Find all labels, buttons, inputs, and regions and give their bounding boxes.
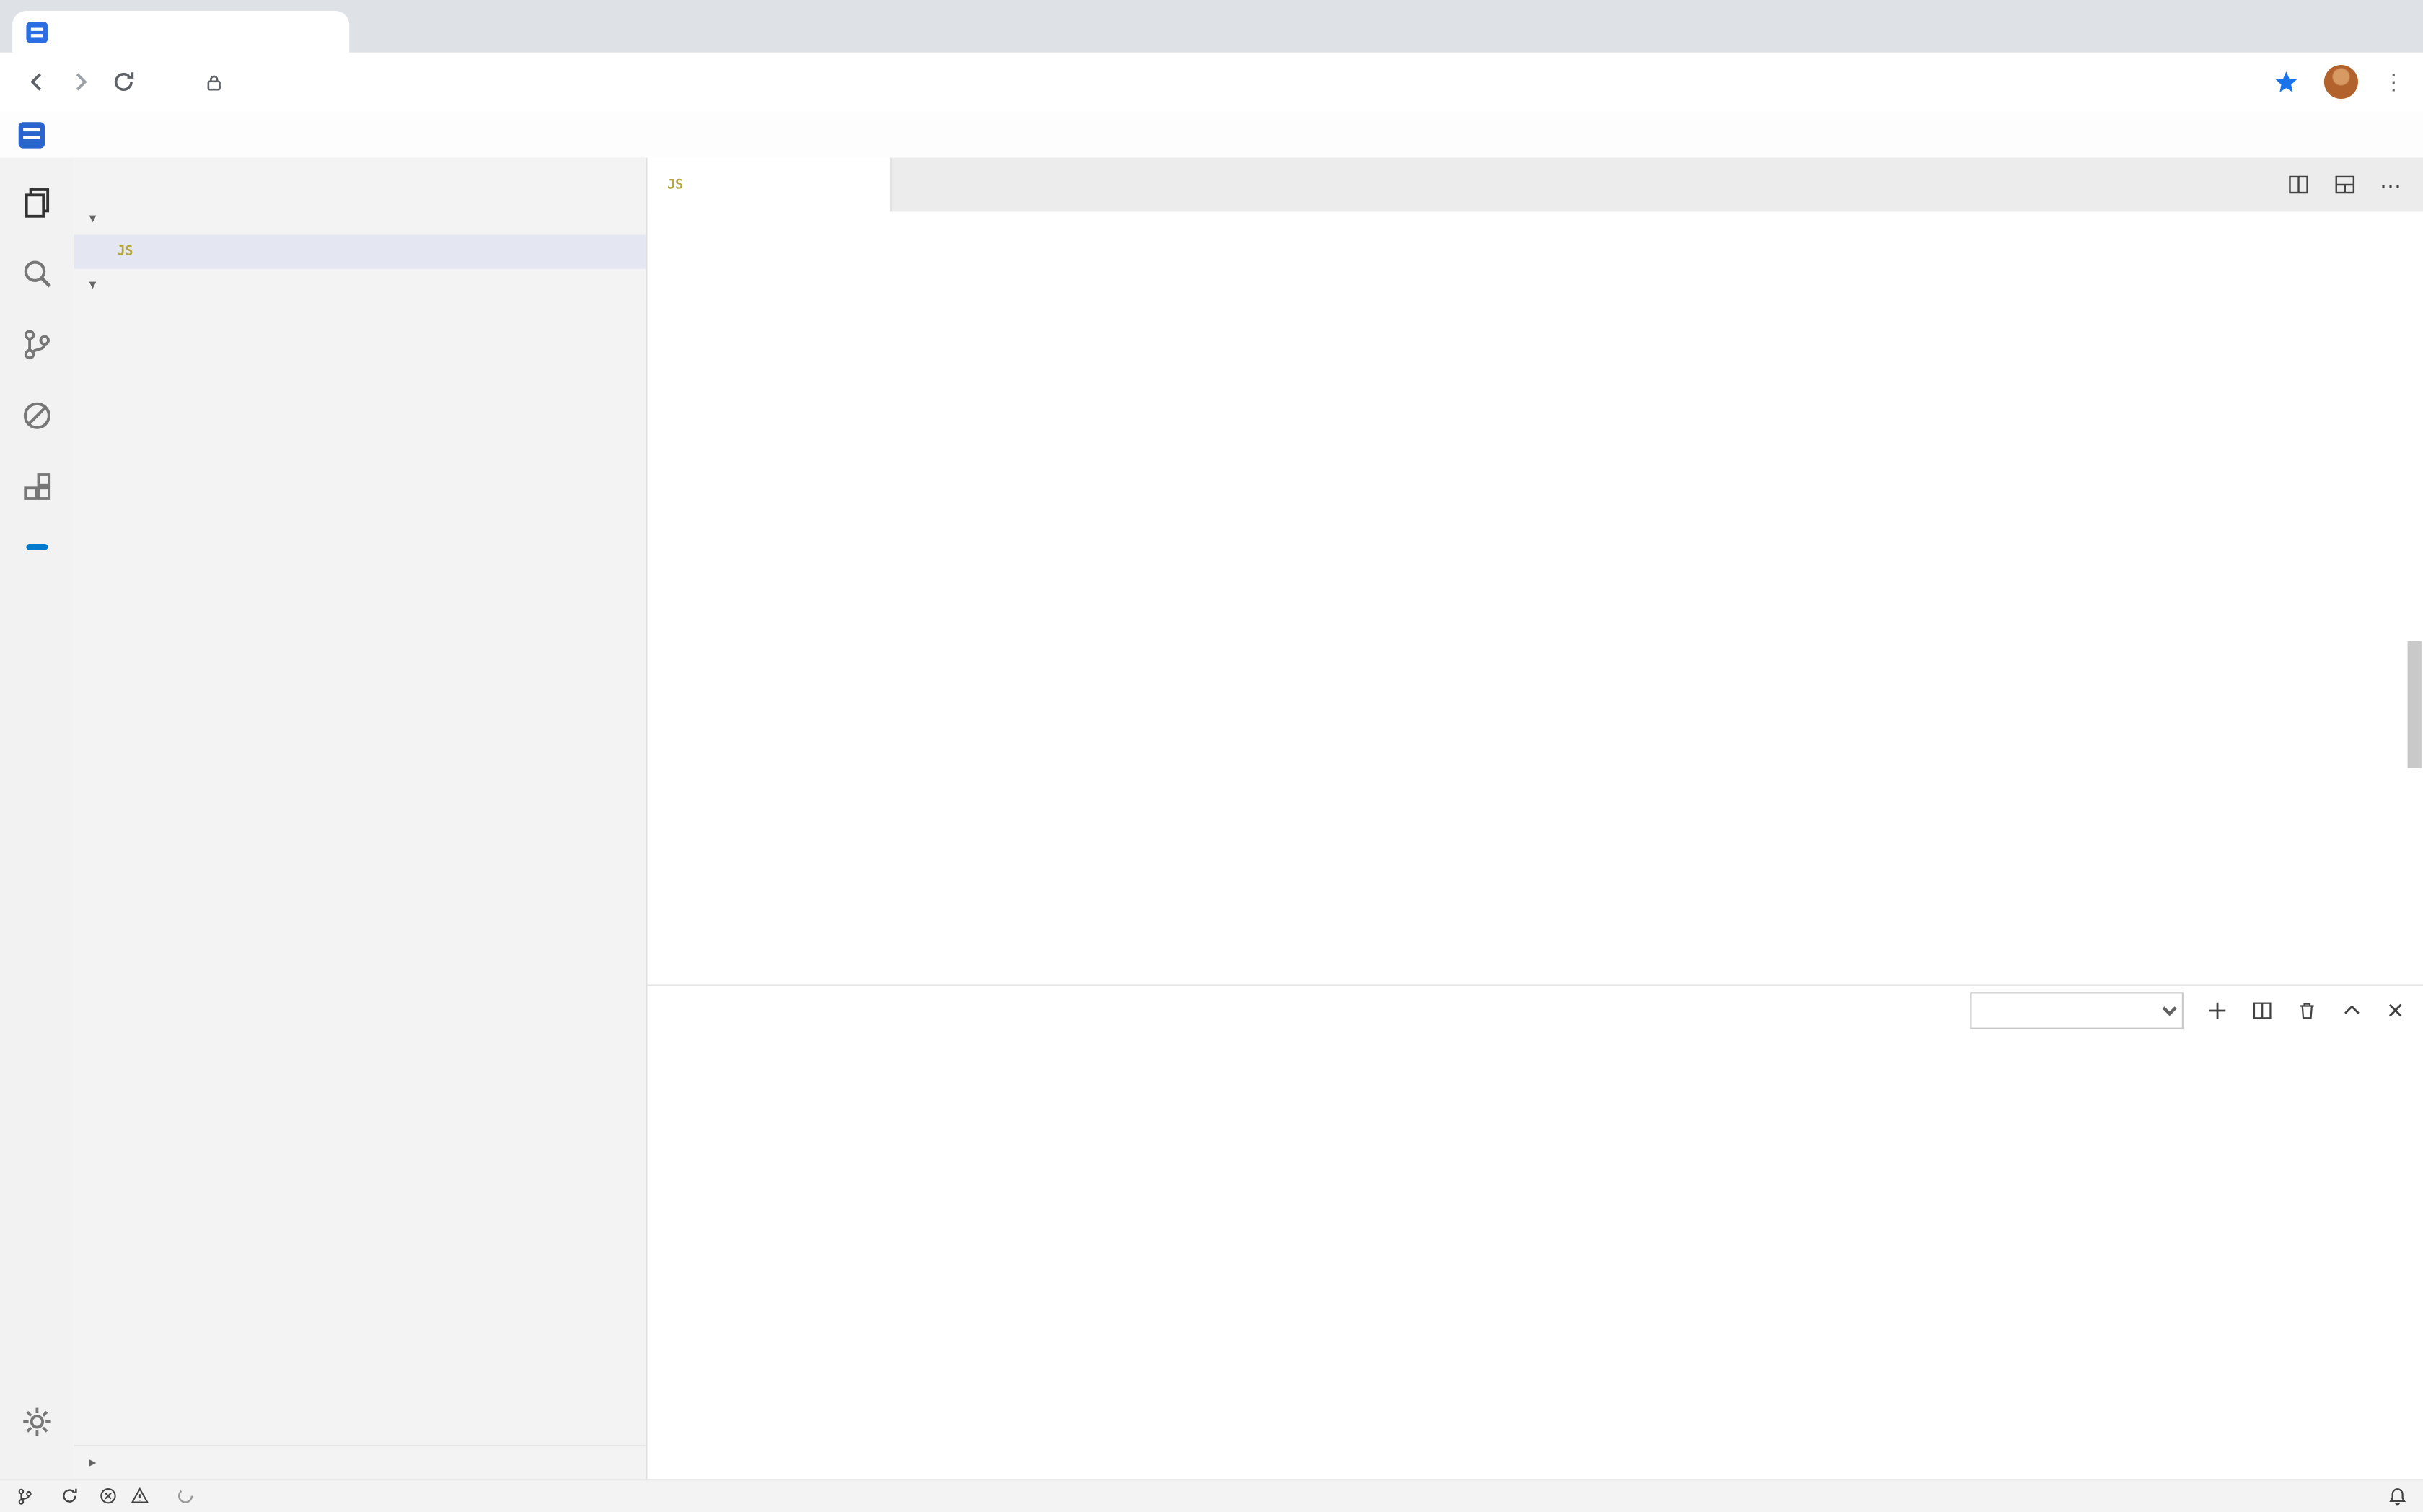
toolbar-right: ⋮ — [2273, 65, 2407, 99]
sync-item[interactable] — [61, 1487, 79, 1506]
activity-bar — [0, 158, 74, 1479]
more-actions-icon[interactable]: ⋯ — [2380, 180, 2401, 190]
menu-bar — [0, 111, 2423, 157]
vscode-workbench: ▾ JS ▾ ▸ — [0, 111, 2423, 1512]
lock-icon — [204, 72, 224, 92]
address-bar[interactable] — [204, 72, 2273, 92]
chevron-down-icon: ▾ — [80, 276, 105, 293]
browser-tab-strip — [0, 0, 2423, 53]
profile-avatar[interactable] — [2324, 65, 2358, 99]
git-branch-icon — [15, 1486, 34, 1506]
maximize-panel-icon[interactable] — [2341, 1000, 2363, 1021]
sync-icon — [61, 1487, 79, 1506]
editor-tab[interactable]: JS — [648, 158, 892, 212]
chevron-right-icon: ▸ — [80, 1454, 105, 1471]
new-terminal-icon[interactable] — [2207, 1000, 2229, 1021]
warning-icon — [130, 1487, 150, 1506]
editor-tab-bar: JS ⋯ — [648, 158, 2423, 212]
bell-icon — [2388, 1486, 2408, 1506]
search-icon[interactable] — [0, 238, 74, 309]
panel-header: ✕ — [648, 986, 2423, 1036]
problems-item[interactable] — [99, 1487, 156, 1506]
minimap[interactable] — [2239, 211, 2423, 984]
debug-icon[interactable] — [0, 380, 74, 452]
bottom-panel: ✕ — [648, 985, 2423, 1478]
explorer-sidebar: ▾ JS ▾ ▸ — [74, 158, 648, 1479]
reload-icon[interactable] — [102, 61, 145, 104]
site-favicon — [26, 21, 48, 43]
terminal-picker[interactable] — [1971, 992, 2184, 1029]
outline-header[interactable]: ▸ — [74, 1444, 646, 1478]
editor-scrollbar[interactable] — [2408, 641, 2422, 768]
settings-gear-icon[interactable] — [0, 1385, 74, 1456]
terminal[interactable] — [648, 1035, 2423, 1478]
bookmark-star-icon[interactable] — [2273, 69, 2299, 94]
forward-icon[interactable] — [58, 61, 102, 104]
loading-icon — [176, 1487, 195, 1506]
error-icon — [99, 1487, 118, 1506]
extensions-icon[interactable] — [0, 452, 74, 523]
toggle-layout-icon[interactable] — [2334, 173, 2357, 196]
status-bar — [0, 1478, 2423, 1512]
source-control-icon[interactable] — [0, 309, 74, 380]
notifications-bell[interactable] — [2388, 1486, 2408, 1506]
panel-controls: ✕ — [1971, 992, 2423, 1029]
status-bar-right — [2365, 1486, 2408, 1506]
back-icon[interactable] — [15, 61, 58, 104]
kill-terminal-trash-icon[interactable] — [2297, 1000, 2318, 1021]
js-file-icon: JS — [113, 239, 137, 264]
split-terminal-icon[interactable] — [2252, 1000, 2274, 1021]
close-panel-icon[interactable]: ✕ — [2386, 998, 2404, 1024]
browser-tab[interactable] — [12, 11, 349, 53]
screen: ⋮ — [0, 0, 2423, 1512]
coder-logo[interactable] — [19, 121, 45, 147]
offline-toggle-badge[interactable] — [26, 544, 48, 550]
new-tab-button[interactable] — [349, 6, 392, 50]
explorer-icon[interactable] — [0, 167, 74, 238]
git-branch-item[interactable] — [15, 1486, 40, 1506]
open-editors-header[interactable]: ▾ — [74, 201, 646, 234]
editor-group: JS ⋯ — [648, 158, 2423, 985]
editor-actions: ⋯ — [2287, 173, 2423, 196]
htop-function-keys — [675, 1450, 2404, 1473]
split-editor-icon[interactable] — [2287, 173, 2310, 196]
code-editor[interactable] — [648, 211, 2239, 984]
js-file-icon: JS — [663, 172, 687, 197]
browser-menu-icon[interactable]: ⋮ — [2383, 69, 2398, 94]
workspace-header[interactable]: ▾ — [74, 269, 646, 300]
language-status-message — [176, 1487, 201, 1506]
open-editor-item[interactable]: JS — [74, 235, 646, 269]
file-tree — [74, 289, 646, 1444]
chevron-down-icon: ▾ — [80, 209, 105, 227]
browser-toolbar: ⋮ — [0, 53, 2423, 111]
explorer-title — [74, 158, 646, 201]
